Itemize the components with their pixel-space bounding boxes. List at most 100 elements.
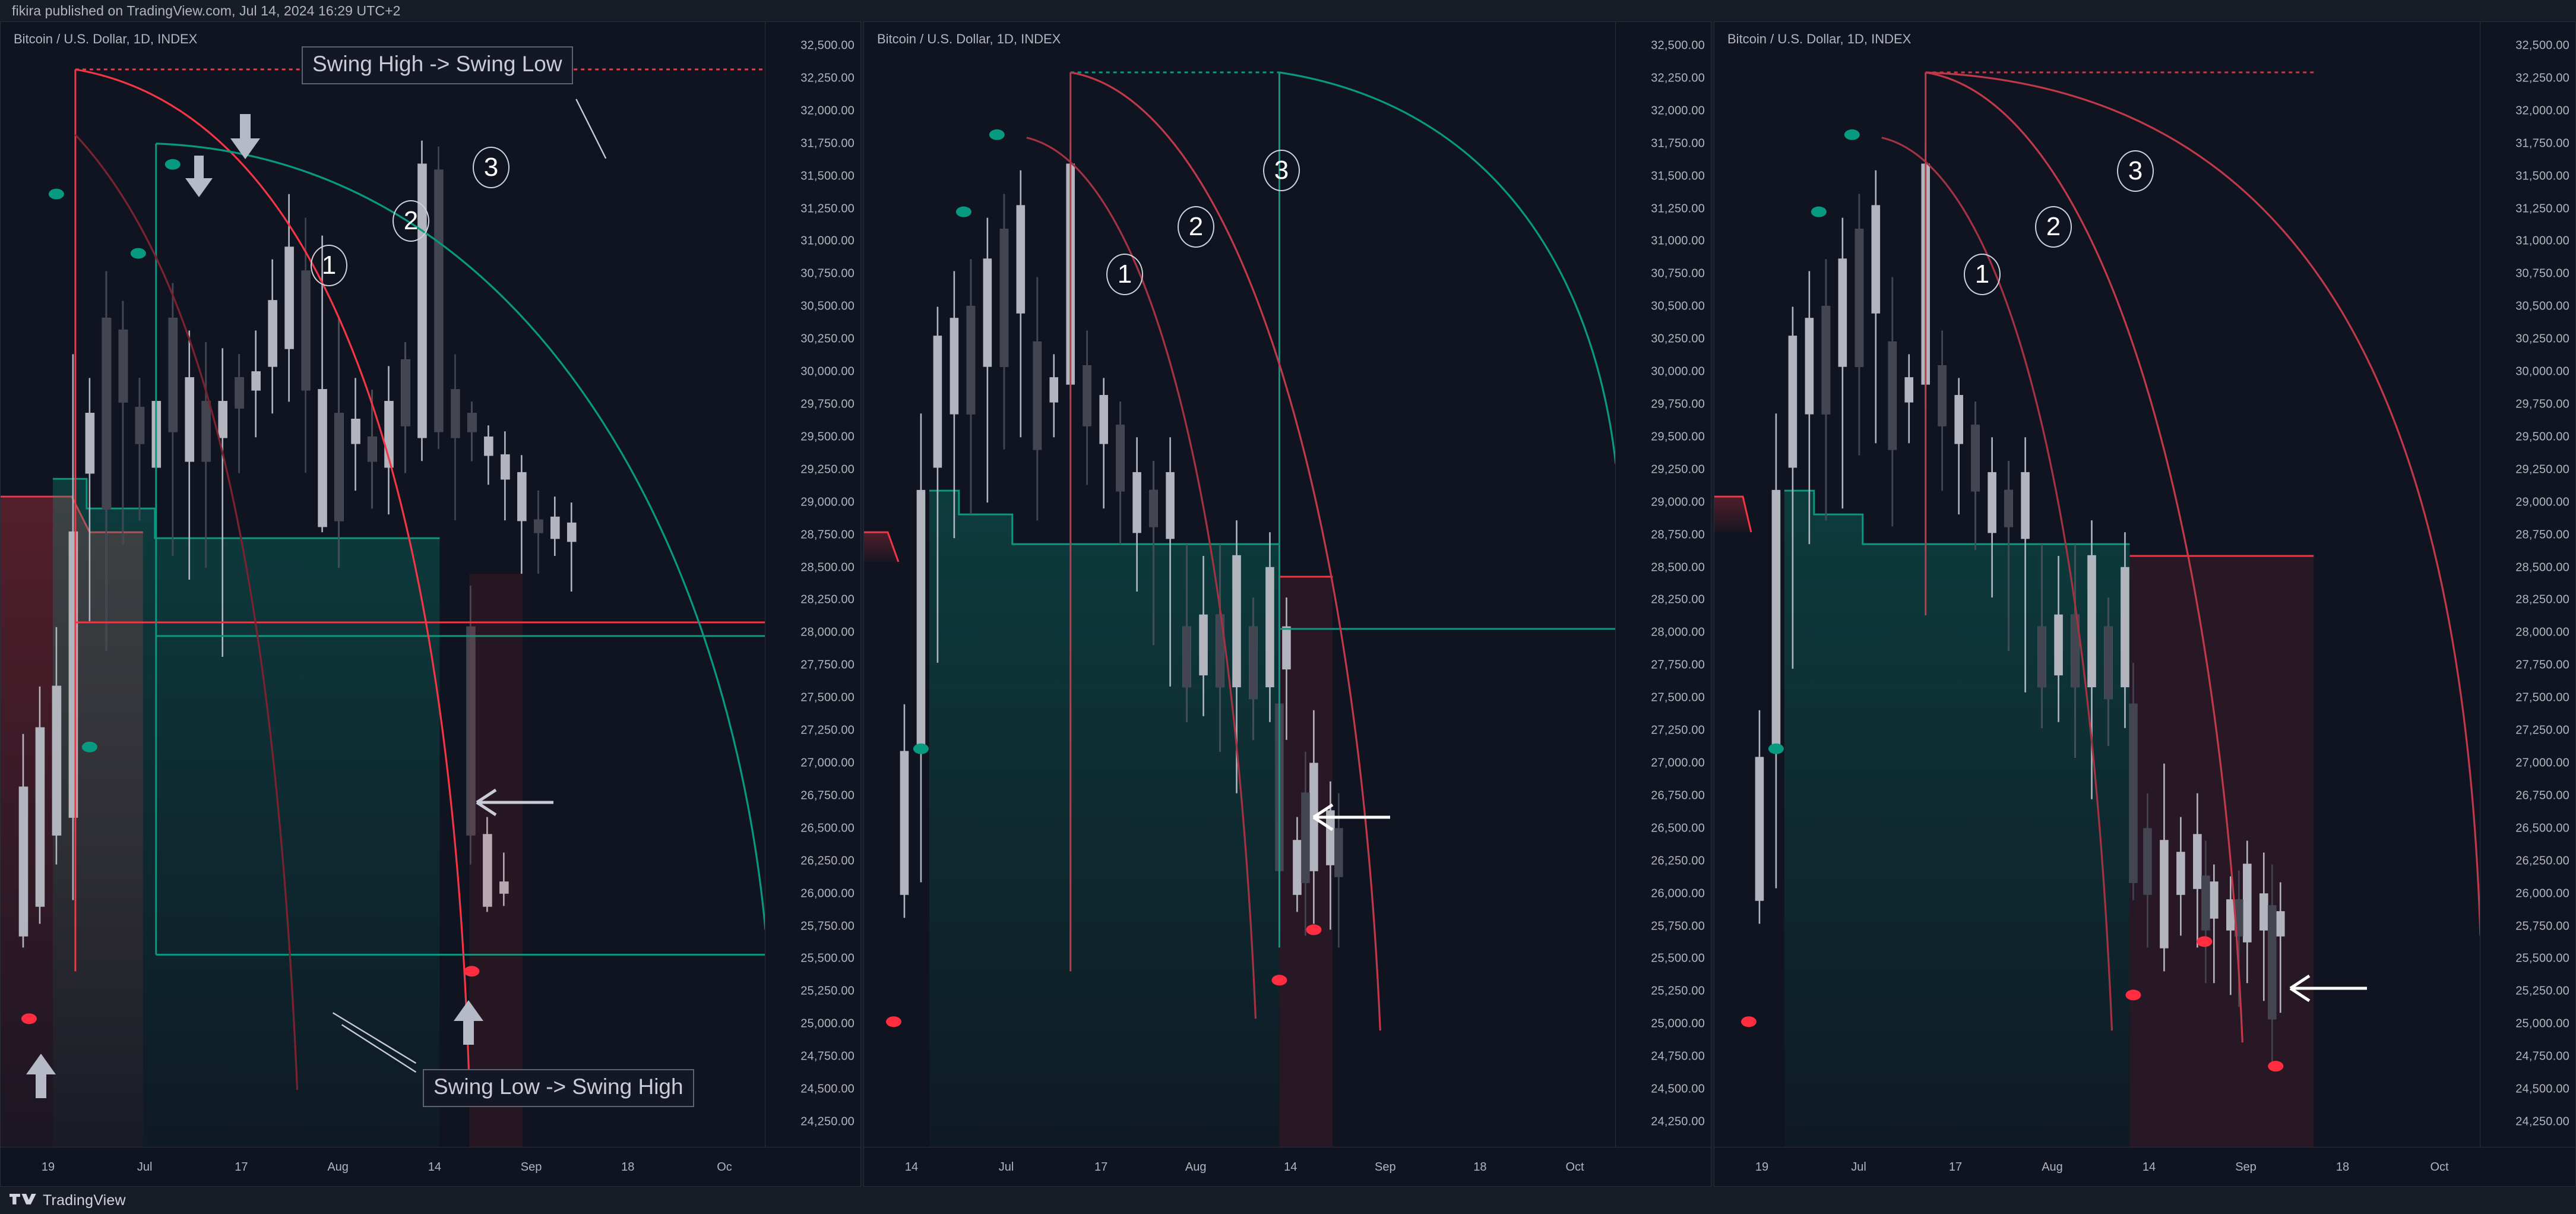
panel-1-price-scale[interactable]: 32,500.00 32,250.00 32,000.00 31,750.00 31,5…	[765, 22, 860, 1147]
chart-panel-2[interactable]: Bitcoin / U.S. Dollar, 1D, INDEX 1 2 3 3…	[863, 21, 1711, 1187]
panel-3-swing-lines	[1925, 71, 2314, 615]
price-tick: 27,250.00	[2515, 723, 2569, 737]
price-tick: 31,750.00	[1651, 137, 1705, 150]
price-tick: 28,750.00	[800, 528, 855, 542]
price-tick: 26,500.00	[2515, 821, 2569, 835]
price-tick: 31,500.00	[800, 169, 855, 183]
price-tick: 26,750.00	[800, 789, 855, 802]
price-tick: 30,750.00	[800, 267, 855, 280]
price-tick: 25,250.00	[800, 984, 855, 998]
price-tick: 25,750.00	[1651, 919, 1705, 933]
tradingview-logo-icon	[10, 1193, 36, 1204]
time-tick: Oc	[717, 1161, 732, 1174]
panel-2-chart-svg	[864, 71, 1616, 1147]
price-tick: 24,500.00	[1651, 1082, 1705, 1096]
price-tick: 32,000.00	[1651, 104, 1705, 118]
price-tick: 28,750.00	[2515, 528, 2569, 542]
price-tick: 26,250.00	[800, 854, 855, 868]
panel-3-badge-3: 3	[2117, 150, 2154, 192]
price-tick: 32,500.00	[1651, 39, 1705, 52]
chart-panel-1[interactable]: Bitcoin / U.S. Dollar, 1D, INDEX 1 2 3 3…	[0, 21, 861, 1187]
price-tick: 27,250.00	[1651, 723, 1705, 737]
price-tick: 28,500.00	[800, 561, 855, 574]
price-tick: 32,500.00	[2515, 39, 2569, 52]
price-tick: 31,250.00	[2515, 202, 2569, 216]
time-tick: 19	[41, 1161, 55, 1174]
panel-1-badge-1: 1	[311, 245, 347, 286]
panel-2-badge-2: 2	[1178, 206, 1214, 248]
panel-1-plot-area[interactable]: 1 2 3	[1, 22, 765, 1147]
panel-2-time-scale[interactable]: 14 Jul 17 Aug 14 Sep 18 Oct	[864, 1147, 1711, 1186]
time-tick: Aug	[1185, 1161, 1207, 1174]
price-tick: 26,000.00	[800, 887, 855, 900]
time-tick: 17	[235, 1161, 248, 1174]
price-tick: 30,500.00	[1651, 299, 1705, 313]
price-tick: 24,750.00	[1651, 1049, 1705, 1063]
time-tick: Oct	[1565, 1161, 1584, 1174]
publish-bar: fikira published on TradingView.com, Jul…	[0, 0, 2576, 21]
tradingview-logo[interactable]: TradingView	[0, 1192, 126, 1209]
panel-1-time-scale[interactable]: 19 Jul 17 Aug 14 Sep 18 Oc	[1, 1147, 860, 1186]
panel-3-plot-area[interactable]: 1 2 3	[1714, 22, 2480, 1147]
time-tick: Oct	[2430, 1161, 2449, 1174]
panel-1-arrow-up-marker-b	[454, 1000, 483, 1045]
chart-panel-3[interactable]: Bitcoin / U.S. Dollar, 1D, INDEX 1 2 3 3…	[1714, 21, 2576, 1187]
price-tick: 32,000.00	[2515, 104, 2569, 118]
panel-2-plot-area[interactable]: 1 2 3	[864, 22, 1616, 1147]
price-tick: 31,000.00	[2515, 234, 2569, 248]
price-tick: 32,250.00	[2515, 71, 2569, 85]
panel-2-teal-zone	[929, 489, 1280, 1147]
panel-1-badge-2: 2	[393, 200, 429, 242]
price-tick: 24,250.00	[2515, 1115, 2569, 1128]
time-tick: 18	[2336, 1161, 2350, 1174]
panel-3-time-scale[interactable]: 19 Jul 17 Aug 14 Sep 18 Oct	[1714, 1147, 2575, 1186]
panel-2-badge-1: 1	[1106, 254, 1143, 295]
panel-3-price-scale[interactable]: 32,500.00 32,250.00 32,000.00 31,750.00 31,5…	[2480, 22, 2575, 1147]
price-tick: 25,000.00	[800, 1017, 855, 1030]
price-tick: 29,000.00	[800, 495, 855, 509]
time-tick: 18	[1473, 1161, 1487, 1174]
price-tick: 29,750.00	[2515, 397, 2569, 411]
price-tick: 30,250.00	[2515, 332, 2569, 346]
price-tick: 27,000.00	[800, 756, 855, 770]
panel-3-badge-2: 2	[2035, 206, 2072, 248]
price-tick: 25,500.00	[800, 951, 855, 965]
price-tick: 29,250.00	[1651, 463, 1705, 476]
tradingview-logo-text: TradingView	[43, 1191, 126, 1209]
panel-1-arrow-left-marker	[476, 788, 553, 817]
price-tick: 27,750.00	[800, 658, 855, 672]
time-tick: Sep	[1375, 1161, 1396, 1174]
time-tick: 14	[1284, 1161, 1298, 1174]
panel-2-price-scale[interactable]: 32,500.00 32,250.00 32,000.00 31,750.00 31,5…	[1615, 22, 1711, 1147]
price-tick: 28,250.00	[800, 593, 855, 606]
price-tick: 28,000.00	[1651, 625, 1705, 639]
time-tick: 14	[428, 1161, 441, 1174]
time-tick: 14	[904, 1161, 919, 1174]
annotation-swing-low-to-swing-high: Swing Low -> Swing High	[423, 1069, 694, 1107]
price-tick: 31,250.00	[800, 202, 855, 216]
price-tick: 28,000.00	[2515, 625, 2569, 639]
panel-3-symbol-title: Bitcoin / U.S. Dollar, 1D, INDEX	[1727, 31, 1912, 46]
panel-3-arrow-left-marker	[2289, 974, 2367, 1003]
price-tick: 30,000.00	[800, 365, 855, 378]
price-tick: 24,500.00	[800, 1082, 855, 1096]
panel-1-symbol-title: Bitcoin / U.S. Dollar, 1D, INDEX	[14, 31, 198, 46]
price-tick: 29,750.00	[800, 397, 855, 411]
price-tick: 26,750.00	[2515, 789, 2569, 802]
price-tick: 28,750.00	[1651, 528, 1705, 542]
panel-2-symbol-title: Bitcoin / U.S. Dollar, 1D, INDEX	[877, 31, 1061, 46]
chart-panels-container: Bitcoin / U.S. Dollar, 1D, INDEX 1 2 3 3…	[0, 21, 2576, 1187]
panel-1-arrow-down-marker-a	[185, 156, 213, 197]
price-tick: 26,500.00	[1651, 821, 1705, 835]
price-tick: 29,500.00	[2515, 430, 2569, 444]
panel-2-badge-3: 3	[1263, 150, 1300, 191]
price-tick: 27,500.00	[800, 691, 855, 704]
price-tick: 30,500.00	[2515, 299, 2569, 313]
price-tick: 27,750.00	[1651, 658, 1705, 672]
price-tick: 32,500.00	[800, 39, 855, 52]
price-tick: 31,000.00	[800, 234, 855, 248]
price-tick: 28,000.00	[800, 625, 855, 639]
time-tick: 17	[1948, 1161, 1963, 1174]
time-tick: Sep	[520, 1161, 542, 1174]
time-tick: 17	[1094, 1161, 1108, 1174]
